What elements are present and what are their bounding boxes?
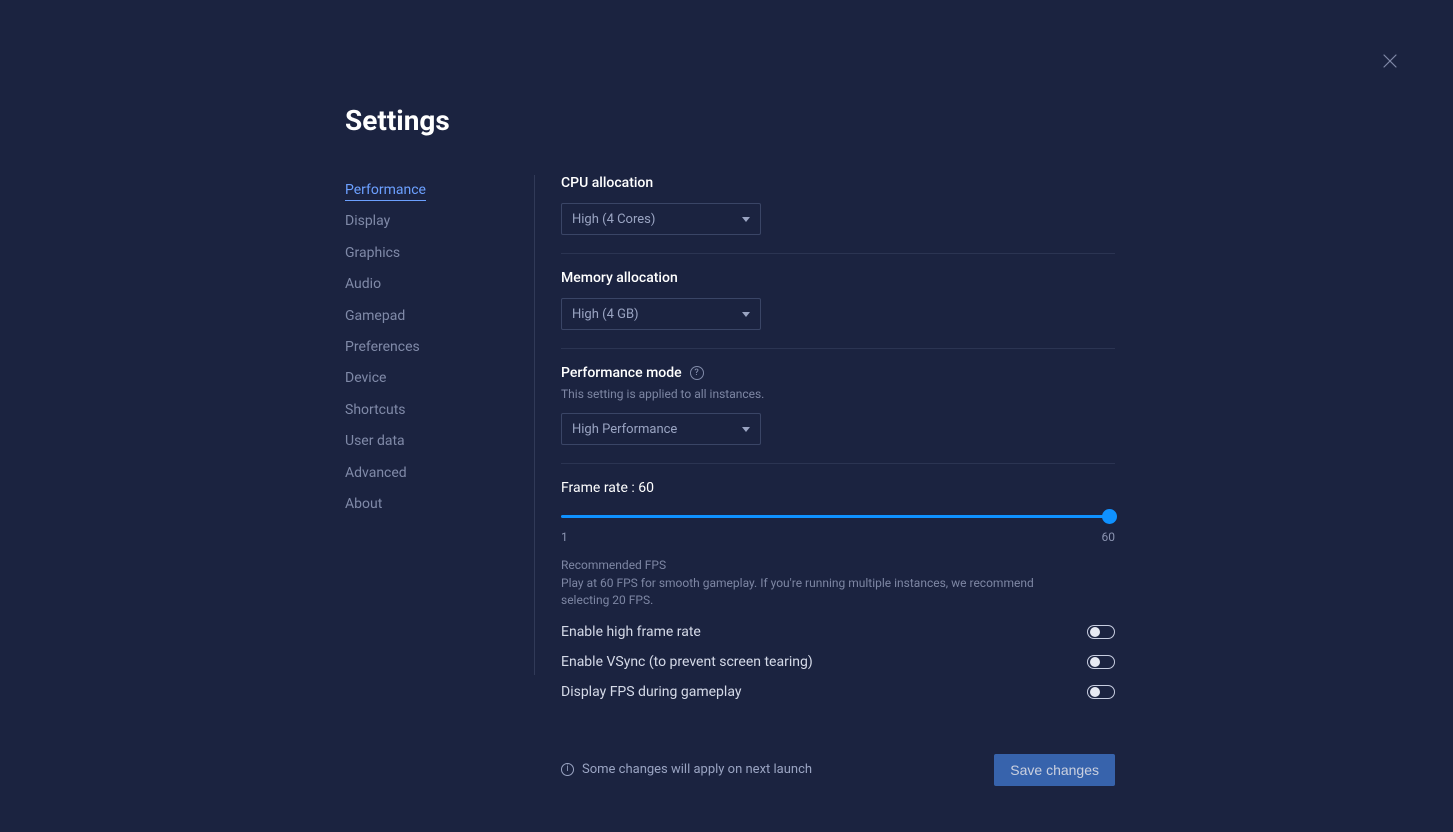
performance-mode-section: Performance mode ? This setting is appli… bbox=[561, 365, 1115, 464]
slider-range: 1 60 bbox=[561, 530, 1115, 544]
sidebar-item-preferences[interactable]: Preferences bbox=[345, 332, 514, 363]
sidebar-item-label: Display bbox=[345, 213, 390, 229]
sidebar-item-label: Device bbox=[345, 370, 386, 386]
cpu-allocation-label: CPU allocation bbox=[561, 175, 1115, 191]
display-fps-toggle[interactable] bbox=[1087, 685, 1115, 699]
sidebar-item-device[interactable]: Device bbox=[345, 363, 514, 394]
memory-allocation-section: Memory allocation High (4 GB) bbox=[561, 270, 1115, 349]
frame-rate-slider[interactable] bbox=[561, 506, 1115, 528]
footer-note: i Some changes will apply on next launch bbox=[561, 762, 812, 777]
display-fps-label: Display FPS during gameplay bbox=[561, 684, 741, 700]
chevron-down-icon bbox=[742, 427, 750, 432]
sidebar-item-performance[interactable]: Performance bbox=[345, 175, 514, 206]
sidebar-item-gamepad[interactable]: Gamepad bbox=[345, 301, 514, 332]
performance-mode-sub: This setting is applied to all instances… bbox=[561, 387, 1115, 401]
performance-mode-select[interactable]: High Performance bbox=[561, 413, 761, 445]
sidebar-item-label: Performance bbox=[345, 182, 426, 201]
frame-rate-label: Frame rate : 60 bbox=[561, 480, 1115, 496]
close-button[interactable] bbox=[1381, 52, 1399, 70]
sidebar-item-user-data[interactable]: User data bbox=[345, 426, 514, 457]
display-fps-row: Display FPS during gameplay bbox=[561, 684, 1115, 700]
frame-rate-section: Frame rate : 60 1 60 Recommended FPS Pla… bbox=[561, 480, 1115, 718]
memory-allocation-label: Memory allocation bbox=[561, 270, 1115, 286]
slider-track bbox=[561, 515, 1115, 518]
sidebar-item-graphics[interactable]: Graphics bbox=[345, 238, 514, 269]
memory-allocation-value: High (4 GB) bbox=[572, 307, 639, 322]
settings-footer: i Some changes will apply on next launch… bbox=[561, 754, 1115, 786]
enable-vsync-toggle[interactable] bbox=[1087, 655, 1115, 669]
sidebar-item-about[interactable]: About bbox=[345, 489, 514, 520]
recommended-fps-body: Play at 60 FPS for smooth gameplay. If y… bbox=[561, 575, 1081, 610]
sidebar-item-audio[interactable]: Audio bbox=[345, 269, 514, 300]
performance-mode-label: Performance mode ? bbox=[561, 365, 1115, 381]
recommended-fps-title: Recommended FPS bbox=[561, 558, 1115, 572]
chevron-down-icon bbox=[742, 217, 750, 222]
slider-min: 1 bbox=[561, 530, 568, 544]
slider-max: 60 bbox=[1102, 530, 1116, 544]
sidebar-item-label: Graphics bbox=[345, 245, 400, 261]
sidebar-item-label: Advanced bbox=[345, 465, 407, 481]
page-title: Settings bbox=[345, 104, 1115, 137]
enable-vsync-label: Enable VSync (to prevent screen tearing) bbox=[561, 654, 813, 670]
toggle-knob bbox=[1090, 627, 1100, 637]
sidebar-item-label: Gamepad bbox=[345, 308, 405, 324]
sidebar-item-label: Shortcuts bbox=[345, 402, 406, 418]
settings-content: CPU allocation High (4 Cores) Memory all… bbox=[535, 175, 1115, 786]
toggle-knob bbox=[1090, 657, 1100, 667]
chevron-down-icon bbox=[742, 312, 750, 317]
sidebar-item-display[interactable]: Display bbox=[345, 206, 514, 237]
save-changes-button[interactable]: Save changes bbox=[994, 754, 1115, 786]
info-icon: i bbox=[561, 763, 574, 776]
sidebar-item-label: About bbox=[345, 496, 382, 512]
slider-thumb[interactable] bbox=[1102, 509, 1117, 524]
sidebar-item-label: Audio bbox=[345, 276, 381, 292]
toggle-knob bbox=[1090, 687, 1100, 697]
performance-mode-value: High Performance bbox=[572, 422, 677, 437]
enable-high-frame-rate-row: Enable high frame rate bbox=[561, 624, 1115, 640]
sidebar-item-advanced[interactable]: Advanced bbox=[345, 458, 514, 489]
sidebar-item-shortcuts[interactable]: Shortcuts bbox=[345, 395, 514, 426]
sidebar-item-label: User data bbox=[345, 433, 405, 449]
settings-panel: Settings Performance Display Graphics Audio… bbox=[345, 104, 1115, 786]
performance-mode-label-text: Performance mode bbox=[561, 365, 682, 381]
help-icon[interactable]: ? bbox=[690, 366, 704, 380]
settings-sidebar: Performance Display Graphics Audio Gamepad Pr… bbox=[345, 175, 535, 675]
cpu-allocation-value: High (4 Cores) bbox=[572, 212, 655, 227]
enable-high-frame-rate-label: Enable high frame rate bbox=[561, 624, 701, 640]
cpu-allocation-section: CPU allocation High (4 Cores) bbox=[561, 175, 1115, 254]
enable-high-frame-rate-toggle[interactable] bbox=[1087, 625, 1115, 639]
sidebar-item-label: Preferences bbox=[345, 339, 420, 355]
cpu-allocation-select[interactable]: High (4 Cores) bbox=[561, 203, 761, 235]
memory-allocation-select[interactable]: High (4 GB) bbox=[561, 298, 761, 330]
enable-vsync-row: Enable VSync (to prevent screen tearing) bbox=[561, 654, 1115, 670]
footer-note-text: Some changes will apply on next launch bbox=[582, 762, 812, 777]
